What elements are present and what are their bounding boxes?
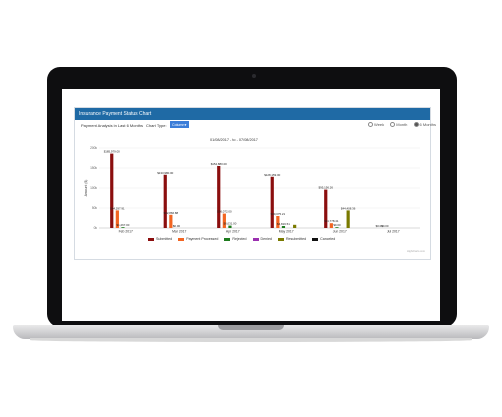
legend-swatch	[252, 237, 259, 241]
chart-credit: Highcharts.com	[406, 250, 425, 253]
legend-label: Canceled	[320, 237, 336, 241]
data-label: $36,072.00	[217, 210, 232, 214]
legend-label: Rejected	[232, 237, 247, 241]
data-label: $95,156.26	[319, 186, 334, 190]
legend-swatch	[312, 237, 319, 241]
legend-swatch	[277, 237, 284, 241]
camera-icon	[252, 74, 256, 78]
bar-rejected	[281, 226, 286, 228]
bar-rejected	[121, 227, 125, 228]
chart-legend: Submitted Payment Processed Rejected Denied…	[148, 237, 341, 241]
y-tick-label: 200k	[90, 146, 97, 150]
legend-label: Submitted	[156, 237, 173, 241]
legend-swatch	[224, 237, 231, 241]
bar-rejected	[335, 227, 339, 228]
legend-label: Resubmitted	[285, 237, 307, 241]
legend-item[interactable]: Denied	[252, 237, 272, 241]
data-label: $0.00	[333, 223, 341, 227]
data-label: $4,816.51	[277, 222, 290, 226]
x-tick-label: Jul 2017	[387, 230, 400, 234]
x-tick-label: Feb 2017	[119, 230, 133, 234]
legend-label: Denied	[260, 237, 272, 241]
y-tick-label: 150k	[90, 166, 97, 170]
screen: Insurance Payment Status Chart Payment A…	[62, 89, 440, 321]
bar-rejected	[228, 225, 232, 228]
laptop-shadow	[30, 338, 472, 342]
data-label: $133,980.00	[157, 171, 173, 175]
data-label: $185,979.00	[104, 150, 120, 154]
data-label: $6,031.00	[224, 222, 237, 226]
x-tick-label: May 2017	[279, 230, 294, 234]
legend-swatch	[148, 237, 154, 241]
data-label: $32,866.88	[164, 211, 179, 215]
data-label: $128,159.00	[264, 173, 280, 177]
legend-swatch	[178, 237, 185, 241]
data-label: $154,880.00	[211, 162, 227, 166]
data-label: $44,408.36	[341, 206, 356, 210]
data-label: $0.00	[381, 224, 389, 228]
laptop-notch	[218, 325, 284, 330]
data-label: $0.00	[173, 224, 181, 228]
x-tick-label: Apr 2017	[226, 230, 240, 234]
legend-item[interactable]: Payment Processed	[178, 237, 218, 241]
chart-panel: Insurance Payment Status Chart Payment A…	[74, 107, 436, 260]
y-axis-label: Amount ($)	[84, 180, 88, 197]
y-tick-label: 50k	[92, 206, 98, 210]
y-tick-label: 0k	[94, 226, 98, 230]
y-tick-label: 100k	[90, 186, 97, 190]
bar-submitted	[163, 174, 167, 228]
legend-item[interactable]: Submitted	[148, 237, 172, 241]
bar-submitted	[110, 153, 114, 228]
data-label: $1,267.00	[117, 223, 130, 227]
x-tick-label: Jun 2017	[333, 230, 347, 234]
legend-label: Payment Processed	[186, 237, 219, 241]
bar-submitted	[217, 166, 221, 228]
x-tick-label: Mar 2017	[172, 230, 186, 234]
legend-item[interactable]: Resubmitted	[277, 237, 307, 241]
bar-resubmitted	[346, 210, 350, 228]
data-label: $44,297.91	[110, 206, 125, 210]
bar-resubmitted	[293, 224, 297, 228]
bar-submitted	[270, 176, 274, 228]
legend-item[interactable]: Rejected	[224, 237, 247, 241]
legend-item[interactable]: Canceled	[312, 237, 335, 241]
data-label: $30,075.21	[271, 212, 286, 216]
